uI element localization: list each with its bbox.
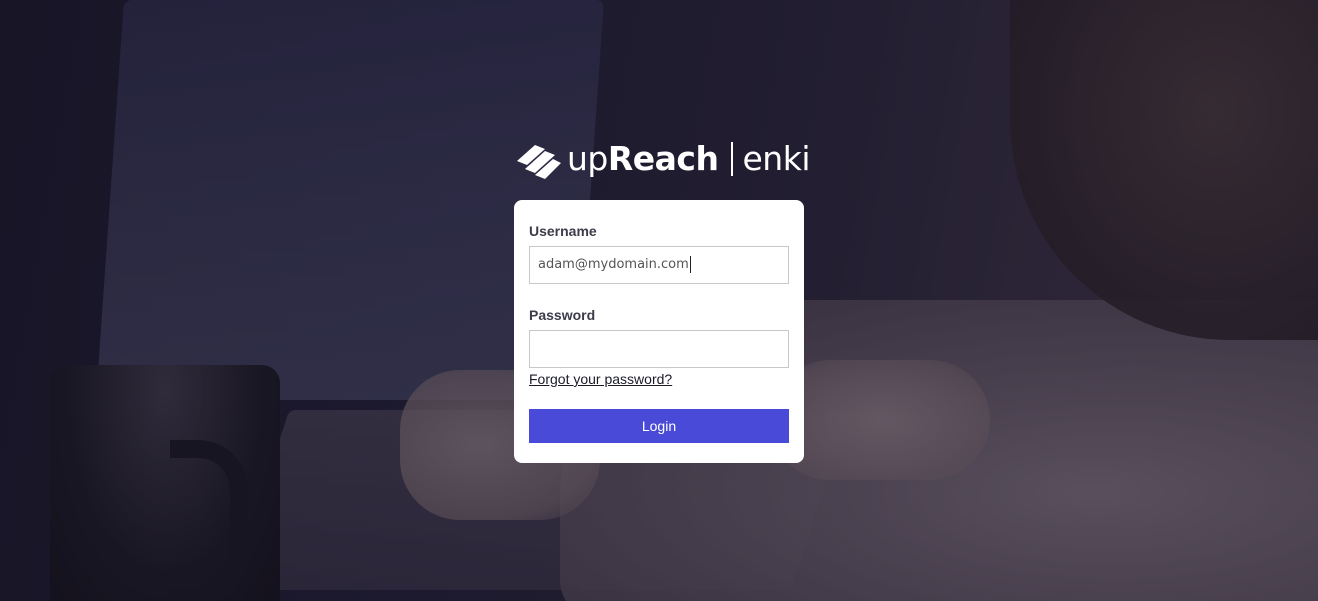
brand-name-bold: Reach (607, 139, 719, 178)
product-name: enki (742, 139, 811, 178)
forgot-password-link[interactable]: Forgot your password? (529, 371, 672, 387)
login-button[interactable]: Login (529, 409, 789, 443)
login-card: Username adam@mydomain.com Password Forg… (514, 200, 804, 463)
username-input[interactable]: adam@mydomain.com (529, 246, 789, 284)
password-label: Password (529, 307, 596, 323)
brand-logo: upReach enki (515, 138, 810, 180)
brand-name-light: up (567, 139, 608, 178)
username-label: Username (529, 223, 597, 239)
password-input[interactable] (529, 330, 789, 368)
brand-wordmark: upReach (567, 139, 719, 179)
username-value: adam@mydomain.com (538, 257, 689, 272)
brand-divider (730, 142, 733, 176)
upreach-logo-icon (517, 145, 561, 179)
text-caret (689, 256, 691, 273)
